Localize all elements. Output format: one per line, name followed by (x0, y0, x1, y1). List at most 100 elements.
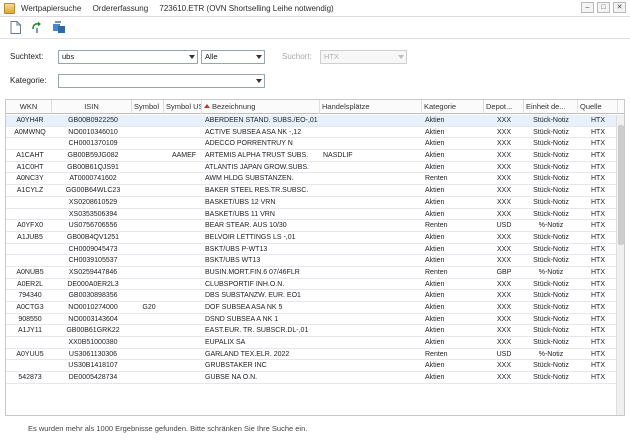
cell-name: BASKET/UBS 12 VRN (205, 198, 276, 206)
cell-category: Aktien (425, 339, 445, 347)
cell-venues (323, 197, 422, 208)
cell-isin: GB00B61QJS91 (67, 163, 119, 171)
table-row[interactable]: A0MWNQ NO0010346010 ACTIVE SUBSEA ASA NK -… (6, 127, 618, 139)
search-scope-select[interactable]: Alle (201, 50, 265, 64)
transfer-icon[interactable] (52, 21, 66, 35)
cell-symbol-us (166, 372, 202, 383)
table-row[interactable]: A0ER2L DE000A0ER2L3 CLUBSPORTIF INH.O.N. Ak… (6, 279, 618, 291)
cell-name: BEAR STEAR. AUS 10/30 (205, 222, 287, 230)
cell-category: Aktien (425, 198, 445, 206)
column-header-symbol[interactable]: Symbol (132, 100, 164, 114)
column-header-symbol-us[interactable]: Symbol US (164, 100, 202, 114)
cell-unit: Stück-Notiz (533, 374, 569, 382)
search-scope-value: Alle (205, 52, 218, 61)
table-row[interactable]: XX0B51000380 EUPALIX SA Aktien XXX Stück-Not… (6, 337, 618, 349)
table-row[interactable]: XS0353506394 BASKET/UBS 11 VRN Aktien XXX St… (6, 209, 618, 221)
table-row[interactable]: A0NUB5 XS0259447846 BUSIN.MORT.FIN.6 07/46… (6, 267, 618, 279)
cell-source: HTX (591, 257, 605, 265)
table-row[interactable]: XS0208610529 BASKET/UBS 12 VRN Aktien XXX St… (6, 197, 618, 209)
table-row[interactable]: A1C0HT GB00B61QJS91 ATLANTIS JAPAN GROW.SU… (6, 162, 618, 174)
cell-symbol (134, 209, 164, 220)
cell-category: Aktien (425, 280, 445, 288)
column-header-unit[interactable]: Einheit de... (524, 100, 578, 114)
cell-isin: NO0003143604 (68, 315, 118, 323)
cell-name: ACTIVE SUBSEA ASA NK -,12 (205, 128, 302, 136)
table-row[interactable]: 542873 DE0005428734 GUBSE NA O.N. Aktien XXX… (6, 372, 618, 384)
table-row[interactable]: A0CTG3 NO0010274000 G20 DOF SUBSEA ASA NK 5… (6, 302, 618, 314)
cell-venues (323, 115, 422, 126)
cell-isin: GB00B4QV1251 (66, 233, 120, 241)
column-header-category[interactable]: Kategorie (422, 100, 484, 114)
cell-source: HTX (591, 210, 605, 218)
cell-isin: US0756706556 (68, 222, 118, 230)
cell-venues (323, 302, 422, 313)
search-term-input[interactable]: ubs (58, 50, 198, 64)
cell-unit: %-Notiz (538, 222, 564, 230)
cell-depot: XXX (496, 280, 511, 288)
cell-symbol-us (166, 267, 202, 278)
cell-symbol (134, 244, 164, 255)
cell-category: Aktien (425, 315, 445, 323)
table-row[interactable]: A1JY11 GB00B61GRK22 EAST.EUR. TR. SUBSCR.D… (6, 325, 618, 338)
cell-venues (323, 255, 422, 266)
cell-category: Aktien (425, 128, 445, 136)
cell-wkn: A1CYLZ (16, 187, 44, 195)
grid-header: WKN ISIN Symbol Symbol US Bezeichnung Ha… (6, 100, 624, 114)
table-row[interactable]: A1JUB5 GB00B4QV1251 BELVOIR LETTINGS LS -,… (6, 232, 618, 244)
cell-unit: %-Notiz (538, 268, 564, 276)
column-header-isin[interactable]: ISIN (52, 100, 132, 114)
table-row[interactable]: A0YUU5 US3061130306 GARLAND TEX.ELR. 2022 R… (6, 349, 618, 361)
new-document-icon[interactable] (8, 21, 22, 35)
search-source-select[interactable]: HTX (320, 50, 407, 64)
table-row[interactable]: A1CYLZ GG00B64WLC23 BAKER STEEL RES.TR.SUB… (6, 185, 618, 197)
close-button[interactable]: ✕ (613, 2, 626, 13)
category-select[interactable] (58, 74, 265, 88)
cell-source: HTX (591, 362, 605, 370)
cell-wkn: A0MWNQ (14, 128, 46, 136)
column-header-wkn[interactable]: WKN (6, 100, 52, 114)
table-row[interactable]: CH0001370109 ADECCO PORRENTRUY N Aktien XXX… (6, 138, 618, 151)
table-row[interactable]: A0NC3Y AT0000741602 AWM HLDG SUBSTANZEN. Re… (6, 173, 618, 186)
chevron-down-icon[interactable] (256, 55, 262, 59)
maximize-button[interactable]: □ (597, 2, 610, 13)
refresh-icon[interactable] (30, 21, 44, 35)
title-bar: Wertpapiersuche Ordererfassung 723610.ET… (0, 0, 630, 17)
table-row[interactable]: CH0009045473 BSKT/UBS P-WT13 Aktien XXX Stüc… (6, 244, 618, 256)
chevron-down-icon[interactable] (256, 79, 262, 83)
chevron-down-icon[interactable] (398, 55, 404, 59)
column-header-depot[interactable]: Depot... (484, 100, 524, 114)
table-row[interactable]: A1CAHT GB00B59JG082 AAMEF ARTEMIS ALPHA TRU… (6, 150, 618, 162)
cell-depot: XXX (496, 304, 511, 311)
grid-rows: A0YH4R GB00B0922250 ABERDEEN STAND. SUBS./… (6, 115, 618, 384)
vertical-scrollbar[interactable] (616, 115, 624, 415)
column-header-name-label: Bezeichnung (212, 102, 256, 111)
table-row[interactable]: A0YH4R GB00B0922250 ABERDEEN STAND. SUBS./… (6, 115, 618, 127)
column-header-name[interactable]: Bezeichnung (202, 100, 320, 114)
cell-unit: %-Notiz (538, 350, 564, 358)
cell-source: HTX (591, 163, 605, 171)
cell-name: BASKET/UBS 11 VRN (205, 210, 275, 218)
chevron-down-icon[interactable] (189, 55, 195, 59)
table-row[interactable]: 794340 GB0030898356 DBS SUBSTANZW. EUR. EO… (6, 290, 618, 302)
cell-unit: Stück-Notiz (533, 187, 569, 195)
cell-symbol (134, 279, 164, 290)
cell-unit: Stück-Notiz (533, 233, 569, 241)
cell-symbol (134, 337, 164, 348)
window-controls: – □ ✕ (581, 2, 626, 13)
table-row[interactable]: A0YFX0 US0756706556 BEAR STEAR. AUS 10/30 R… (6, 220, 618, 232)
cell-source: HTX (591, 292, 605, 300)
cell-unit: Stück-Notiz (533, 152, 569, 160)
table-row[interactable]: CH0039105537 BSKT/UBS WT13 Aktien XXX Stück-… (6, 255, 618, 267)
results-grid: WKN ISIN Symbol Symbol US Bezeichnung Ha… (5, 99, 625, 416)
cell-unit: Stück-Notiz (533, 304, 569, 311)
table-row[interactable]: US30B1418107 GRUBSTAKER INC Aktien XXX Stück… (6, 360, 618, 373)
column-header-venues[interactable]: Handelsplätze (320, 100, 422, 114)
cell-isin: CH0009045473 (68, 245, 118, 253)
table-row[interactable]: 908550 NO0003143604 DSND SUBSEA A NK 1 Akti… (6, 314, 618, 326)
cell-isin: CH0039105537 (68, 257, 118, 265)
scrollbar-thumb[interactable] (618, 125, 624, 245)
column-header-source[interactable]: Quelle (578, 100, 618, 114)
cell-source: HTX (591, 374, 605, 382)
cell-wkn: A0YUU5 (16, 350, 44, 358)
minimize-button[interactable]: – (581, 2, 594, 13)
